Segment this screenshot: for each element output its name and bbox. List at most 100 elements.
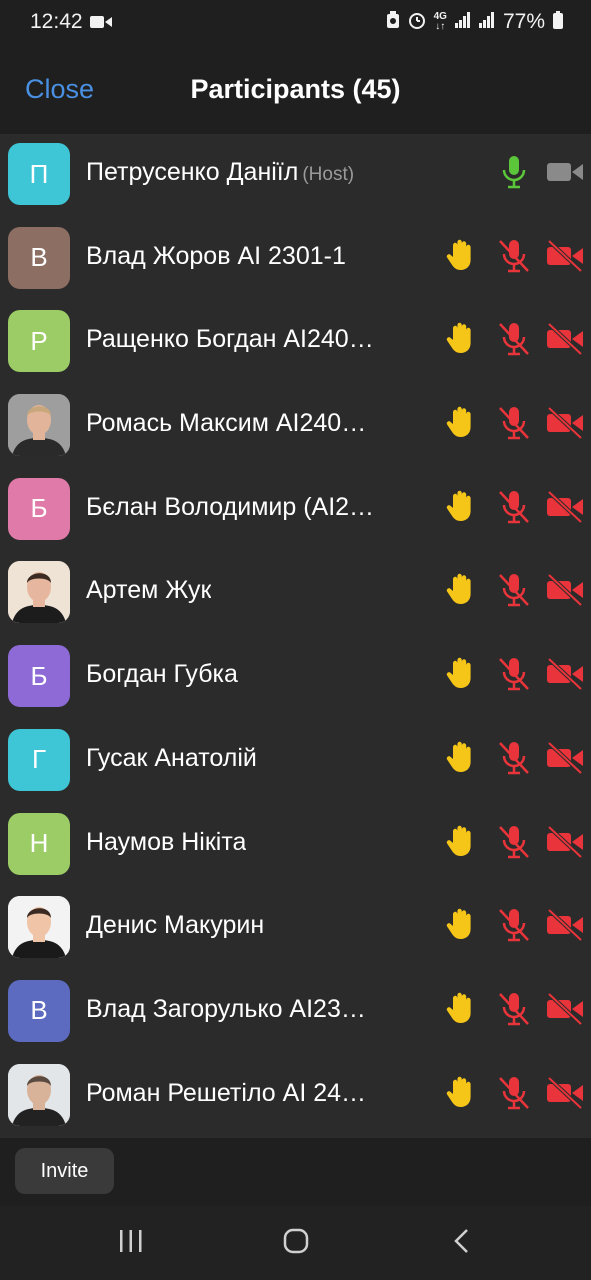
sync-icon: [386, 10, 400, 34]
video-off-icon[interactable]: [546, 991, 584, 1032]
participant-row[interactable]: Б Бєлан Володимир (AI2…: [0, 469, 591, 553]
participant-name-text: Влад Загорулько AI23…: [86, 994, 366, 1023]
participant-name-text: Ромась Максим AI240…: [86, 409, 367, 438]
avatar: [8, 561, 70, 624]
participant-row[interactable]: В Влад Жоров AI 2301-1: [0, 218, 591, 302]
status-time: 12:42: [30, 10, 83, 33]
participants-header: Close Participants (45): [0, 44, 591, 134]
participant-name: Влад Жоров AI 2301-1: [86, 242, 346, 271]
microphone-muted-icon[interactable]: [497, 991, 531, 1032]
participant-name: Роман Решетіло AI 24…: [86, 1079, 366, 1108]
raised-hand-icon: [444, 907, 476, 946]
participant-name-text: Богдан Губка: [86, 660, 238, 689]
participant-row[interactable]: Ромась Максим AI240…: [0, 385, 591, 469]
alarm-icon: [408, 11, 426, 34]
participant-name: Денис Макурин: [86, 911, 264, 940]
participant-row[interactable]: Р Ращенко Богдан AI240…: [0, 301, 591, 385]
participant-name: Ращенко Богдан AI240…: [86, 325, 374, 354]
microphone-muted-icon[interactable]: [497, 824, 531, 865]
avatar: Б: [8, 477, 70, 540]
participant-row[interactable]: Н Наумов Нікіта: [0, 804, 591, 888]
home-icon[interactable]: [283, 1228, 309, 1259]
video-icon[interactable]: [546, 154, 584, 195]
avatar: В: [8, 226, 70, 289]
network-type: 4G ↓↑: [433, 11, 447, 32]
participant-row[interactable]: Роман Решетіло AI 24…: [0, 1055, 591, 1138]
raised-hand-icon: [444, 321, 476, 360]
raised-hand-icon: [444, 656, 476, 695]
avatar: [8, 1063, 70, 1126]
video-off-icon[interactable]: [546, 1075, 584, 1116]
video-off-icon[interactable]: [546, 489, 584, 530]
participant-name-text: Артем Жук: [86, 576, 212, 605]
video-off-icon[interactable]: [546, 907, 584, 948]
microphone-muted-icon[interactable]: [497, 1075, 531, 1116]
video-recording-icon: [90, 15, 112, 34]
participant-name-text: Ращенко Богдан AI240…: [86, 325, 374, 354]
participant-name-text: Влад Жоров AI 2301-1: [86, 241, 346, 270]
raised-hand-icon: [444, 572, 476, 611]
status-indicators: 4G ↓↑ 77%: [386, 10, 563, 34]
avatar: Г: [8, 728, 70, 791]
participant-name-text: Наумов Нікіта: [86, 827, 247, 856]
participant-name: Влад Загорулько AI23…: [86, 995, 366, 1024]
status-bar: 12:42 4G ↓↑ 77%: [0, 0, 591, 44]
video-off-icon[interactable]: [546, 321, 584, 362]
participant-row[interactable]: Б Богдан Губка: [0, 636, 591, 720]
participant-name-text: Петрусенко Даніїл: [86, 158, 299, 186]
participant-row[interactable]: Денис Макурин: [0, 887, 591, 971]
participant-name-text: Роман Решетіло AI 24…: [86, 1078, 367, 1107]
signal-icon: [454, 11, 471, 33]
avatar: Р: [8, 310, 70, 373]
video-off-icon[interactable]: [546, 656, 584, 697]
participants-footer: Invite: [0, 1138, 591, 1206]
microphone-muted-icon[interactable]: [497, 405, 531, 446]
host-tag: (Host): [302, 164, 355, 185]
participant-row[interactable]: В Влад Загорулько AI23…: [0, 971, 591, 1055]
participant-name: Наумов Нікіта: [86, 828, 246, 857]
microphone-muted-icon[interactable]: [497, 572, 531, 613]
participant-name: Ромась Максим AI240…: [86, 409, 366, 438]
microphone-muted-icon[interactable]: [497, 321, 531, 362]
participant-name-text: Гусак Анатолій: [86, 743, 257, 772]
participant-name: Богдан Губка: [86, 660, 238, 689]
participant-name: Бєлан Володимир (AI2…: [86, 493, 374, 522]
video-off-icon[interactable]: [546, 238, 584, 279]
raised-hand-icon: [444, 405, 476, 444]
participant-row[interactable]: Артем Жук: [0, 552, 591, 636]
recent-apps-icon[interactable]: [118, 1228, 144, 1259]
avatar: Н: [8, 812, 70, 875]
raised-hand-icon: [444, 1075, 476, 1114]
participant-name-text: Денис Макурин: [86, 911, 265, 940]
raised-hand-icon: [444, 489, 476, 528]
avatar: Б: [8, 645, 70, 708]
microphone-icon[interactable]: [497, 154, 531, 195]
microphone-muted-icon[interactable]: [497, 907, 531, 948]
video-off-icon[interactable]: [546, 824, 584, 865]
microphone-muted-icon[interactable]: [497, 740, 531, 781]
raised-hand-icon: [444, 238, 476, 277]
page-title: Participants (45): [190, 74, 401, 104]
microphone-muted-icon[interactable]: [497, 489, 531, 530]
system-nav-bar: [0, 1206, 591, 1280]
avatar: П: [8, 143, 70, 205]
battery-percent: 77%: [502, 10, 545, 33]
battery-icon: [553, 10, 563, 34]
avatar: [8, 896, 70, 959]
participant-name: Артем Жук: [86, 576, 211, 605]
raised-hand-icon: [444, 991, 476, 1030]
participant-row[interactable]: Г Гусак Анатолій: [0, 720, 591, 804]
video-off-icon[interactable]: [546, 572, 584, 613]
invite-button[interactable]: Invite: [15, 1148, 114, 1194]
participant-row[interactable]: П Петрусенко Даніїл (Host): [0, 134, 591, 218]
participants-list[interactable]: П Петрусенко Даніїл (Host) В Влад Жоров AI 2…: [0, 134, 591, 1138]
video-off-icon[interactable]: [546, 740, 584, 781]
signal-icon: [478, 11, 495, 33]
participant-name: Петрусенко Даніїл (Host): [86, 158, 354, 187]
video-off-icon[interactable]: [546, 405, 584, 446]
microphone-muted-icon[interactable]: [497, 238, 531, 279]
back-icon[interactable]: [452, 1228, 472, 1259]
microphone-muted-icon[interactable]: [497, 656, 531, 697]
participant-name-text: Бєлан Володимир (AI2…: [86, 492, 375, 521]
avatar: В: [8, 979, 70, 1042]
